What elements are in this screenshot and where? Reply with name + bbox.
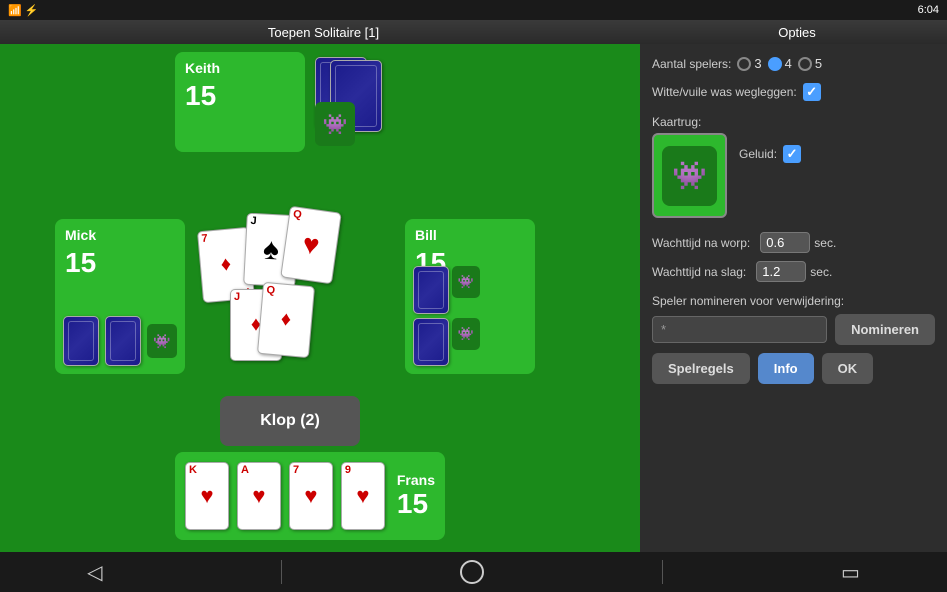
- aantal-spelers-row: Aantal spelers: 3 4 5: [652, 56, 935, 71]
- keith-score: 15: [185, 80, 216, 112]
- bill-card-row2: 👾: [413, 318, 480, 366]
- bill-card-row1: 👾: [413, 266, 480, 314]
- mick-name: Mick: [65, 227, 96, 243]
- table-card-extra: Q ♦: [257, 282, 315, 358]
- witte-vuile-label: Witte/vuile was wegleggen:: [652, 85, 797, 99]
- bill-monster1: 👾: [452, 266, 480, 298]
- nomineer-button[interactable]: Nomineren: [835, 314, 935, 345]
- status-time: 6:04: [918, 4, 939, 16]
- keith-name: Keith: [185, 60, 220, 76]
- wachttijd-slag-input[interactable]: [756, 261, 806, 282]
- frans-card-a: A ♥: [237, 462, 281, 530]
- bill-name: Bill: [415, 227, 437, 243]
- mick-score-box: Mick 15 👾: [55, 219, 185, 374]
- mick-score: 15: [65, 247, 96, 279]
- kaartrug-preview[interactable]: 👾: [652, 133, 727, 218]
- radio-5[interactable]: 5: [798, 56, 822, 71]
- info-button[interactable]: Info: [758, 353, 814, 384]
- title-bar: Toepen Solitaire [1] Opties: [0, 20, 947, 44]
- mick-cards: 👾: [63, 316, 177, 366]
- geluid-label: Geluid:: [739, 147, 777, 161]
- kaartrug-geluid-row: Kaartrug: 👾 Geluid: ✓: [652, 115, 935, 218]
- wachttijd-worp-unit: sec.: [814, 236, 836, 250]
- radio-3[interactable]: 3: [737, 56, 761, 71]
- wachttijd-slag-row: Wachttijd na slag: sec.: [652, 261, 935, 282]
- wachttijd-worp-input[interactable]: [760, 232, 810, 253]
- action-buttons-row: Spelregels Info OK: [652, 353, 935, 384]
- options-title-label: Opties: [647, 25, 947, 40]
- aantal-spelers-radio-group: 3 4 5: [737, 56, 822, 71]
- status-left-icons: 📶 ⚡: [8, 4, 38, 17]
- speler-nomineer-section: Speler nomineren voor verwijdering: * No…: [652, 294, 935, 345]
- geluid-section: Geluid: ✓: [739, 115, 801, 163]
- wachttijd-slag-unit: sec.: [810, 265, 832, 279]
- wachttijd-worp-row: Wachttijd na worp: sec.: [652, 232, 935, 253]
- nomineer-controls: * Nomineren: [652, 314, 935, 345]
- status-bar: 📶 ⚡ 6:04: [0, 0, 947, 20]
- frans-name: Frans: [397, 472, 435, 488]
- bill-score-box: Bill 15 👾 👾: [405, 219, 535, 374]
- mick-card-2: [105, 316, 141, 366]
- game-title-label: Toepen Solitaire [1]: [0, 25, 647, 40]
- speler-nomineer-label: Speler nomineren voor verwijdering:: [652, 294, 935, 308]
- keith-monster: 👾: [315, 102, 355, 146]
- kaartrug-monster: 👾: [662, 146, 717, 206]
- radio-4-circle[interactable]: [768, 57, 782, 71]
- bill-area: Bill 15 👾 👾: [405, 219, 535, 374]
- bill-cards: 👾 👾: [413, 266, 480, 366]
- keith-score-box: Keith 15: [175, 52, 305, 152]
- nav-divider-2: [662, 560, 663, 584]
- table-cards: 7 ♦ 7 J ♠ Q ♥ J ♦ Q ♦: [200, 209, 380, 379]
- radio-5-circle[interactable]: [798, 57, 812, 71]
- back-nav-button[interactable]: ◁: [87, 560, 102, 585]
- frans-score-box: Frans 15: [397, 472, 435, 520]
- home-nav-button[interactable]: [460, 560, 484, 584]
- geluid-row: Geluid: ✓: [739, 145, 801, 163]
- frans-area: K ♥ A ♥ 7 ♥ 9 ♥ Frans 15: [175, 452, 445, 540]
- radio-4[interactable]: 4: [768, 56, 792, 71]
- recent-nav-button[interactable]: ▭: [841, 560, 860, 585]
- mick-card-1: [63, 316, 99, 366]
- ok-button[interactable]: OK: [822, 353, 874, 384]
- bill-monster2: 👾: [452, 318, 480, 350]
- spelregels-button[interactable]: Spelregels: [652, 353, 750, 384]
- frans-score: 15: [397, 488, 435, 520]
- frans-card-9: 9 ♥: [341, 462, 385, 530]
- frans-card-k: K ♥: [185, 462, 229, 530]
- wachttijd-slag-label: Wachttijd na slag:: [652, 265, 746, 279]
- witte-vuile-row: Witte/vuile was wegleggen: ✓: [652, 83, 935, 101]
- game-area: Keith 15 👾 Mick 15 👾 7 ♦ 7 J ♠: [0, 44, 640, 552]
- bill-card-2: [413, 318, 449, 366]
- frans-card-7: 7 ♥: [289, 462, 333, 530]
- mick-monster: 👾: [147, 324, 177, 358]
- aantal-spelers-label: Aantal spelers:: [652, 57, 731, 71]
- bill-card-1: [413, 266, 449, 314]
- radio-3-circle[interactable]: [737, 57, 751, 71]
- witte-vuile-checkbox[interactable]: ✓: [803, 83, 821, 101]
- frans-box: K ♥ A ♥ 7 ♥ 9 ♥ Frans 15: [175, 452, 445, 540]
- kaartrug-section: Kaartrug: 👾: [652, 115, 727, 218]
- wachttijd-worp-label: Wachttijd na worp:: [652, 236, 750, 250]
- table-card-qh: Q ♥: [280, 206, 342, 285]
- mick-area: Mick 15 👾: [55, 219, 185, 374]
- klop-button[interactable]: Klop (2): [220, 396, 360, 446]
- geluid-checkbox[interactable]: ✓: [783, 145, 801, 163]
- nomineer-input[interactable]: *: [652, 316, 827, 343]
- kaartrug-label: Kaartrug:: [652, 115, 727, 129]
- keith-area: Keith 15 👾: [175, 52, 395, 162]
- bottom-nav-bar: ◁ ▭: [0, 552, 947, 592]
- options-panel: Aantal spelers: 3 4 5 Witte/vuile was we…: [640, 44, 947, 552]
- nav-divider-1: [281, 560, 282, 584]
